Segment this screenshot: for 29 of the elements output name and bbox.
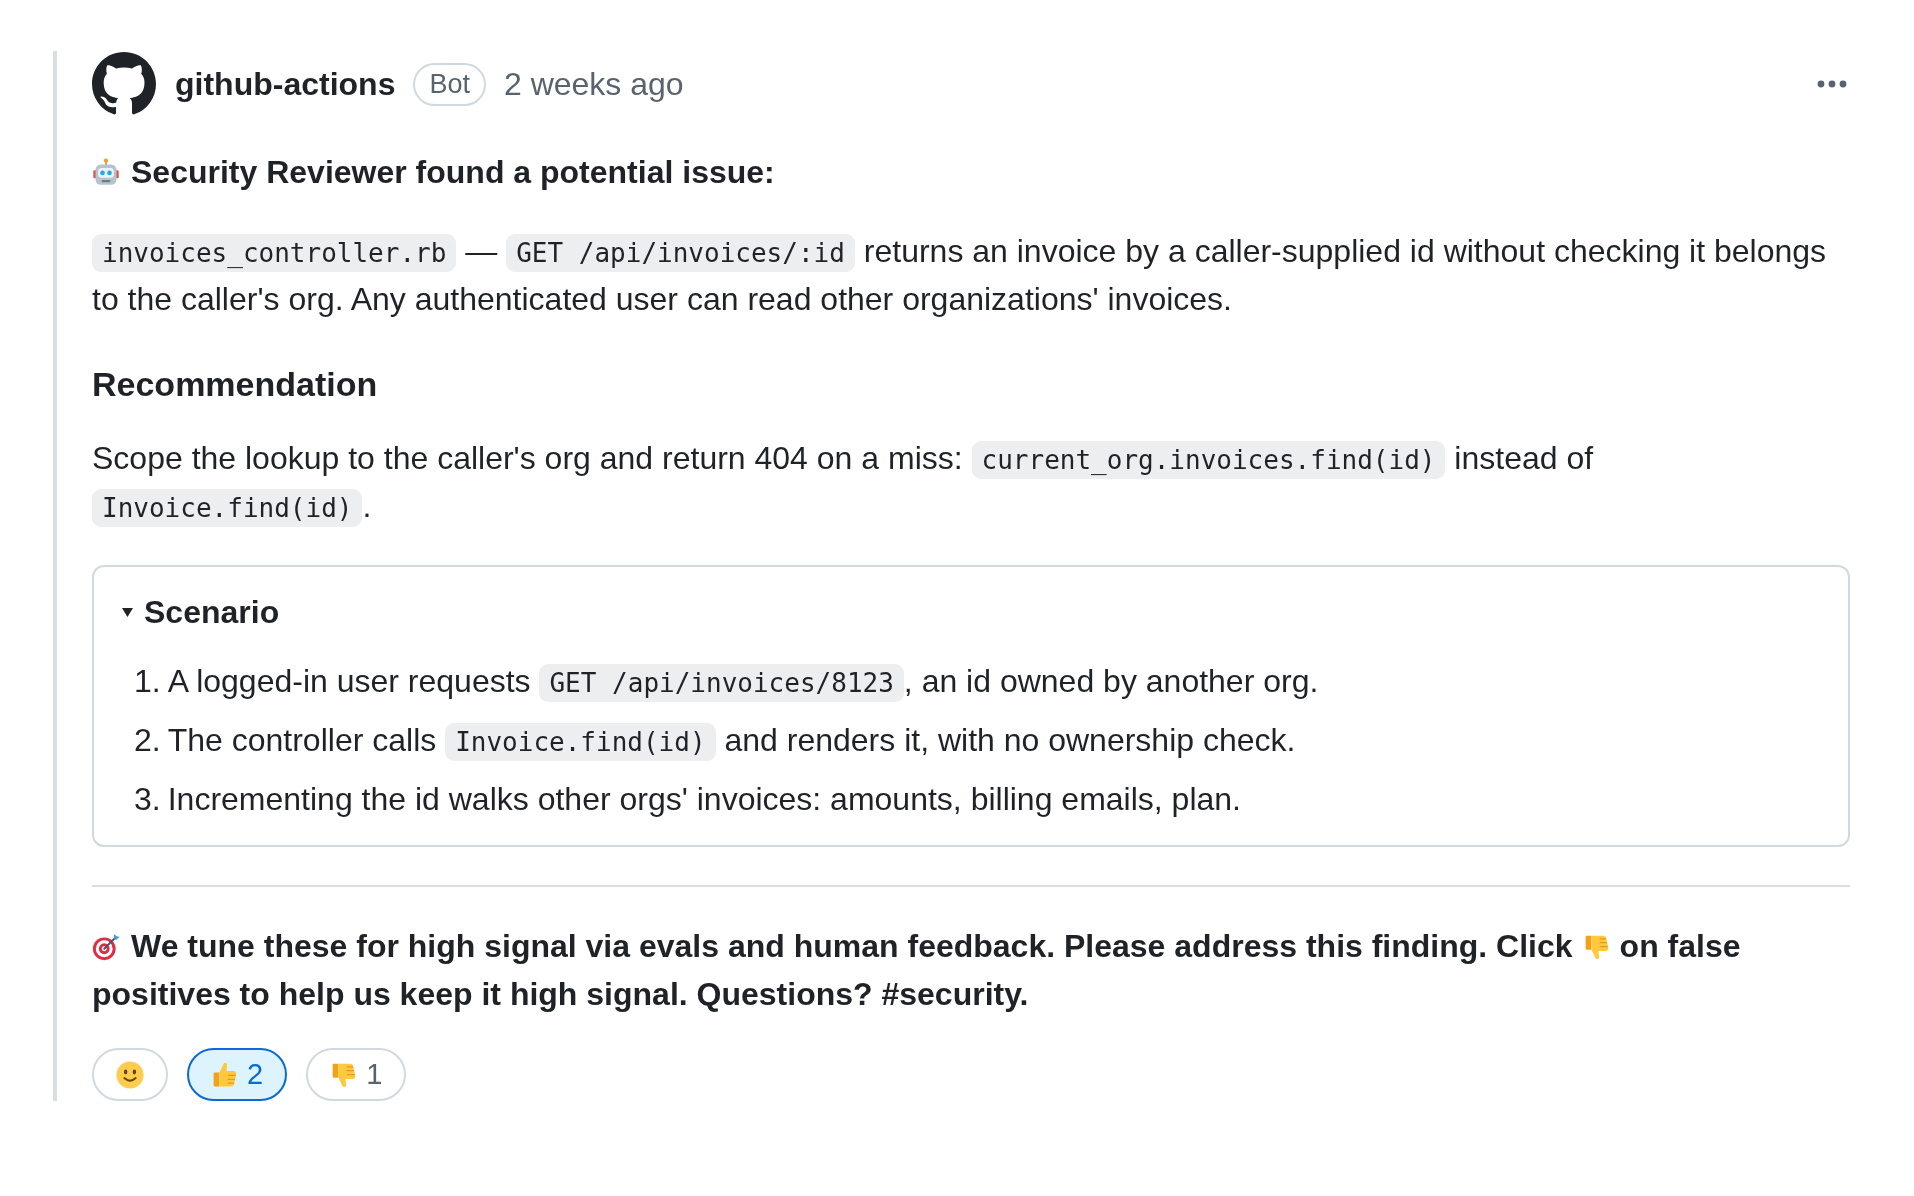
reaction-button[interactable]: 1 [306,1048,407,1101]
reaction-button[interactable]: 2 [187,1048,288,1101]
timestamp-link[interactable]: 2 weeks ago [503,64,684,104]
inline-code: invoices_controller.rb [92,234,457,272]
section-heading: Recommendation [92,364,379,405]
inline-code: current_org.invoices.find(id) [971,441,1446,479]
robot-icon [92,158,120,186]
step-number: 1. [134,662,161,701]
recommendation-text: Scope the lookup to the caller's org and return 404 on a miss: current_org.invoices.find(id) instead of Invoice.find(id) . [92,434,1850,530]
role-badge: Bot [413,62,486,106]
inline-code: GET /api/invoices/:id [506,234,855,272]
scenario-toggle[interactable]: Scenario [122,588,280,636]
thumbs-up-icon [211,1060,239,1089]
inline-code: Invoice.find(id) [92,489,363,527]
step-text: The controller calls Invoice.find(id) and renders it, with no ownership check. [167,716,1296,764]
target-icon [92,933,120,961]
step-number: 3. [134,780,161,819]
smiley-icon [116,1060,144,1089]
issue-description: invoices_controller.rb — GET /api/invoices/:id returns an invoice by a caller-supplied id without checking it belongs to the caller's org. Any authenticated user can read other organizations' invoices. [92,232,1828,319]
author-link[interactable]: github-actions [175,64,396,104]
feedback-note: We tune these for high signal via evals and human feedback. Please address this finding. Click on false positives to help us keep it high signal. Questions? #security. [92,927,1742,1014]
more-icon [1817,80,1847,88]
step-text: Incrementing the id walks other orgs' invoices: amounts, billing emails, plan. [167,780,1241,819]
step-number: 2. [134,721,161,760]
inline-code: GET /api/invoices/8123 [539,664,904,702]
issue-title: Security Reviewer found a potential issue: [131,153,775,192]
inline-code: Invoice.find(id) [445,723,716,761]
step-text: A logged-in user requests GET /api/invoices/8123 , an id owned by another org. [167,657,1319,705]
cat-logo-icon[interactable] [92,52,156,116]
